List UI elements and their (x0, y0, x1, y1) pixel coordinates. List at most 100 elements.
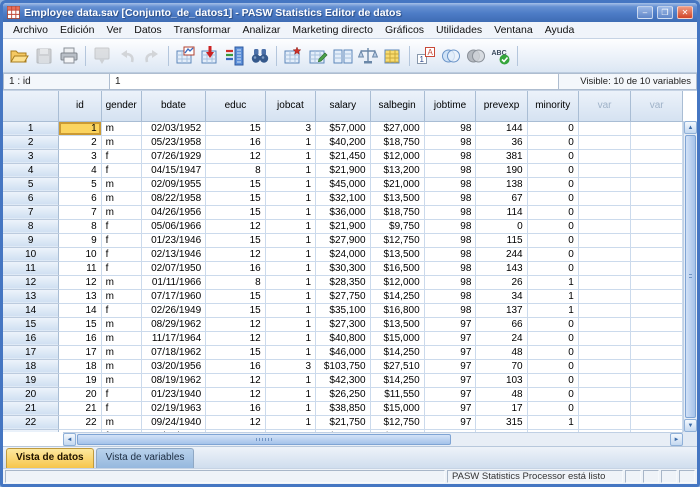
data-cell[interactable]: 0 (476, 219, 527, 233)
data-cell[interactable]: 1 (265, 401, 315, 415)
data-cell[interactable]: 12 (206, 149, 266, 163)
row-header[interactable]: 5 (3, 177, 59, 191)
data-cell[interactable]: 0 (527, 401, 578, 415)
data-cell[interactable] (578, 345, 631, 359)
data-cell[interactable]: 02/09/1955 (141, 177, 205, 191)
data-cell[interactable]: 66 (476, 317, 527, 331)
data-cell[interactable]: 3 (265, 121, 315, 135)
data-cell[interactable]: 1 (265, 205, 315, 219)
data-cell[interactable]: 1 (265, 149, 315, 163)
data-cell[interactable] (578, 135, 631, 149)
data-cell[interactable]: 15 (206, 191, 266, 205)
data-cell[interactable] (578, 387, 631, 401)
data-cell[interactable]: 1 (265, 163, 315, 177)
data-cell[interactable]: 1 (265, 177, 315, 191)
scroll-right-arrow-icon[interactable]: ► (670, 433, 683, 446)
data-cell[interactable]: $14,250 (370, 345, 424, 359)
data-cell[interactable]: 0 (527, 205, 578, 219)
data-cell[interactable]: 01/23/1946 (141, 233, 205, 247)
data-cell[interactable]: 190 (476, 163, 527, 177)
data-cell[interactable]: 1 (265, 135, 315, 149)
row-header[interactable]: 10 (3, 247, 59, 261)
data-cell[interactable]: 15 (206, 303, 266, 317)
data-cell[interactable] (631, 345, 683, 359)
column-header-var[interactable]: var (578, 91, 631, 121)
data-cell[interactable]: 22 (59, 415, 101, 429)
data-cell[interactable]: f (101, 149, 141, 163)
data-cell[interactable]: f (101, 219, 141, 233)
data-cell[interactable]: 48 (476, 345, 527, 359)
data-cell[interactable]: 05/06/1966 (141, 219, 205, 233)
data-cell[interactable]: 1 (265, 233, 315, 247)
row-header[interactable]: 12 (3, 275, 59, 289)
data-cell[interactable]: m (101, 121, 141, 135)
data-cell[interactable]: 98 (424, 261, 476, 275)
data-cell[interactable]: 08/29/1962 (141, 317, 205, 331)
data-cell[interactable] (631, 401, 683, 415)
data-cell[interactable]: 12 (59, 275, 101, 289)
data-cell[interactable] (578, 121, 631, 135)
open-file-icon[interactable] (7, 44, 31, 68)
show-all-variables-icon[interactable] (464, 44, 488, 68)
scroll-down-arrow-icon[interactable]: ▼ (684, 419, 697, 432)
data-cell[interactable] (631, 149, 683, 163)
menu-ventana[interactable]: Ventana (488, 23, 539, 37)
menu-utilidades[interactable]: Utilidades (430, 23, 488, 37)
data-cell[interactable]: $15,000 (370, 331, 424, 345)
data-cell[interactable]: 01/23/1940 (141, 387, 205, 401)
data-cell[interactable]: 02/26/1949 (141, 303, 205, 317)
data-cell[interactable]: 98 (424, 247, 476, 261)
data-cell[interactable]: 1 (265, 275, 315, 289)
data-cell[interactable]: m (101, 345, 141, 359)
data-cell[interactable]: $13,500 (370, 317, 424, 331)
insert-cases-icon[interactable] (281, 44, 305, 68)
data-cell[interactable]: 1 (265, 317, 315, 331)
data-cell[interactable] (631, 121, 683, 135)
data-cell[interactable]: 07/17/1960 (141, 289, 205, 303)
column-header-gender[interactable]: gender (101, 91, 141, 121)
column-header-prevexp[interactable]: prevexp (476, 91, 527, 121)
data-cell[interactable]: 0 (527, 359, 578, 373)
data-cell[interactable]: 17 (59, 345, 101, 359)
data-cell[interactable]: 14 (59, 303, 101, 317)
data-cell[interactable]: 04/15/1947 (141, 163, 205, 177)
data-cell[interactable]: $35,100 (316, 303, 371, 317)
data-cell[interactable] (578, 415, 631, 429)
row-header[interactable]: 20 (3, 387, 59, 401)
column-header-jobcat[interactable]: jobcat (265, 91, 315, 121)
data-cell[interactable]: $30,300 (316, 261, 371, 275)
menu-ver[interactable]: Ver (100, 23, 128, 37)
data-cell[interactable]: 1 (265, 415, 315, 429)
data-cell[interactable]: 2 (59, 135, 101, 149)
data-cell[interactable]: 0 (527, 247, 578, 261)
data-cell[interactable]: 48 (476, 387, 527, 401)
data-cell[interactable]: 12 (206, 387, 266, 401)
data-cell[interactable] (631, 261, 683, 275)
data-cell[interactable] (578, 303, 631, 317)
data-cell[interactable] (631, 289, 683, 303)
data-cell[interactable]: 16 (59, 331, 101, 345)
data-cell[interactable]: $12,750 (370, 233, 424, 247)
weight-cases-icon[interactable] (356, 44, 380, 68)
data-cell[interactable]: 98 (424, 177, 476, 191)
data-cell[interactable]: 0 (527, 149, 578, 163)
data-cell[interactable]: 8 (206, 275, 266, 289)
tab-variable-view[interactable]: Vista de variables (96, 448, 195, 468)
data-cell[interactable]: $18,750 (370, 135, 424, 149)
row-header[interactable]: 1 (3, 121, 59, 135)
data-cell[interactable]: 20 (59, 387, 101, 401)
scroll-up-arrow-icon[interactable]: ▲ (684, 121, 697, 134)
data-cell[interactable]: 98 (424, 205, 476, 219)
data-cell[interactable]: 97 (424, 387, 476, 401)
data-cell[interactable]: 15 (206, 345, 266, 359)
data-cell[interactable]: 12 (206, 373, 266, 387)
data-cell[interactable]: $57,000 (316, 121, 371, 135)
data-cell[interactable]: $24,000 (316, 247, 371, 261)
data-cell[interactable]: $18,750 (370, 205, 424, 219)
column-header-salbegin[interactable]: salbegin (370, 91, 424, 121)
data-cell[interactable]: 10 (59, 247, 101, 261)
split-file-icon[interactable] (331, 44, 355, 68)
menu-transformar[interactable]: Transformar (168, 23, 237, 37)
data-cell[interactable]: 98 (424, 219, 476, 233)
menu-marketing-directo[interactable]: Marketing directo (286, 23, 379, 37)
